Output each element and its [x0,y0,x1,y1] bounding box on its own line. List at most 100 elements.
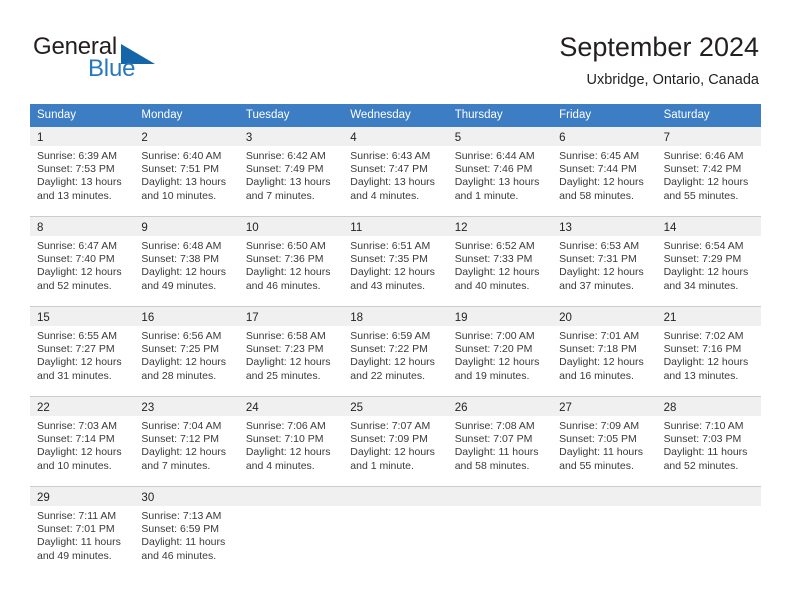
week-row: 15 Sunrise: 6:55 AM Sunset: 7:27 PM Dayligh… [30,306,761,396]
day-cell[interactable]: 8 Sunrise: 6:47 AM Sunset: 7:40 PM Daylight… [30,217,135,306]
day-cell[interactable]: 22 Sunrise: 7:03 AM Sunset: 7:14 PM Dayligh… [30,397,135,486]
daylight-text-line2: and 43 minutes. [350,279,425,292]
day-number: 9 [141,222,148,234]
sunrise-text: Sunrise: 7:08 AM [454,420,535,432]
week-row: 29 Sunrise: 7:11 AM Sunset: 7:01 PM Dayligh… [30,486,761,576]
day-cell[interactable]: 27 Sunrise: 7:09 AM Sunset: 7:05 PM Dayligh… [552,397,657,486]
day-cell[interactable]: 28 Sunrise: 7:10 AM Sunset: 7:03 PM Dayligh… [656,397,761,486]
day-details: Sunrise: 6:58 AM Sunset: 7:23 PM Daylight:… [239,326,343,383]
weekday-header-sunday: Sunday [37,109,77,121]
sunset-text: Sunset: 7:29 PM [663,253,742,266]
sunset-text: Sunset: 7:51 PM [141,163,220,176]
daylight-text-line2: and 52 minutes. [663,459,739,472]
daylight-text-line2: and 49 minutes. [141,279,217,292]
sunset-text: Sunset: 7:33 PM [454,253,533,266]
day-number: 13 [559,222,572,234]
day-cell[interactable]: 30 Sunrise: 7:13 AM Sunset: 6:59 PM Dayligh… [134,487,239,576]
general-blue-logo[interactable]: General Blue [33,33,163,85]
day-details: Sunrise: 7:03 AM Sunset: 7:14 PM Daylight:… [30,416,134,473]
daylight-text-line1: Daylight: 12 hours [350,266,435,279]
day-number-band: 16 [134,307,239,326]
day-number: 4 [350,132,357,144]
day-number: 3 [245,132,253,144]
sunset-text: Sunset: 7:12 PM [141,433,220,446]
day-number: 18 [350,312,364,324]
sunrise-text: Sunrise: 7:03 AM [37,420,117,432]
day-cell[interactable]: 1 Sunrise: 6:39 AM Sunset: 7:53 PM Daylight… [30,127,135,216]
day-cell[interactable]: 16 Sunrise: 6:56 AM Sunset: 7:25 PM Dayligh… [134,307,239,396]
daylight-text-line2: and 10 minutes. [37,459,112,472]
sunrise-text: Sunrise: 7:04 AM [141,420,222,432]
sunrise-text: Sunrise: 6:55 AM [37,330,117,342]
day-details: Sunrise: 6:54 AM Sunset: 7:29 PM Daylight:… [657,236,761,293]
day-cell[interactable]: 3 Sunrise: 6:42 AM Sunset: 7:49 PM Daylight… [238,127,344,216]
sunrise-text: Sunrise: 6:43 AM [350,150,431,162]
sunrise-text: Sunrise: 6:53 AM [559,240,640,252]
day-cell[interactable]: 14 Sunrise: 6:54 AM Sunset: 7:29 PM Dayligh… [656,217,761,306]
day-details: Sunrise: 6:55 AM Sunset: 7:27 PM Daylight:… [30,326,134,383]
sunset-text: Sunset: 7:44 PM [559,163,637,176]
day-number: 14 [663,222,677,234]
day-cell[interactable]: 23 Sunrise: 7:04 AM Sunset: 7:12 PM Dayligh… [134,397,239,486]
weekday-header-wednesday: Wednesday [350,109,411,121]
sunset-text: Sunset: 7:03 PM [663,433,742,446]
day-details: Sunrise: 6:52 AM Sunset: 7:33 PM Daylight:… [448,236,552,293]
day-cell[interactable]: 7 Sunrise: 6:46 AM Sunset: 7:42 PM Daylight… [656,127,761,216]
day-cell[interactable]: 19 Sunrise: 7:00 AM Sunset: 7:20 PM Dayligh… [447,307,553,396]
day-number-band: 6 [552,127,657,146]
daylight-text-line2: and 13 minutes. [663,369,739,382]
day-cell[interactable]: 6 Sunrise: 6:45 AM Sunset: 7:44 PM Daylight… [552,127,657,216]
day-number-band: 15 [30,307,135,326]
sunrise-text: Sunrise: 7:02 AM [663,330,744,342]
day-cell[interactable]: 4 Sunrise: 6:43 AM Sunset: 7:47 PM Daylight… [343,127,448,216]
day-cell[interactable]: 2 Sunrise: 6:40 AM Sunset: 7:51 PM Daylight… [134,127,239,216]
title-block: September 2024 Uxbridge, Ontario, Canada [339,30,759,90]
day-number-band: 5 [447,127,553,146]
day-cell[interactable]: 29 Sunrise: 7:11 AM Sunset: 7:01 PM Dayligh… [30,487,135,576]
day-cell-empty [343,487,448,576]
day-cell[interactable]: 20 Sunrise: 7:01 AM Sunset: 7:18 PM Dayligh… [552,307,657,396]
day-number-band: 24 [238,397,344,416]
day-details: Sunrise: 7:01 AM Sunset: 7:18 PM Daylight:… [552,326,656,383]
day-number-band: 7 [656,127,761,146]
sunset-text: Sunset: 7:16 PM [663,343,742,356]
day-cell[interactable]: 13 Sunrise: 6:53 AM Sunset: 7:31 PM Dayligh… [552,217,657,306]
day-cell[interactable]: 21 Sunrise: 7:02 AM Sunset: 7:16 PM Dayligh… [656,307,761,396]
day-details: Sunrise: 6:48 AM Sunset: 7:38 PM Daylight:… [134,236,238,293]
day-details: Sunrise: 6:50 AM Sunset: 7:36 PM Daylight:… [239,236,343,293]
daylight-text-line1: Daylight: 12 hours [141,356,227,369]
sunset-text: Sunset: 7:53 PM [37,163,115,176]
day-cell[interactable]: 5 Sunrise: 6:44 AM Sunset: 7:46 PM Daylight… [447,127,553,216]
daylight-text-line2: and 55 minutes. [559,459,634,472]
daylight-text-line1: Daylight: 11 hours [141,536,226,549]
day-cell[interactable]: 25 Sunrise: 7:07 AM Sunset: 7:09 PM Dayligh… [343,397,448,486]
day-cell[interactable]: 26 Sunrise: 7:08 AM Sunset: 7:07 PM Dayligh… [447,397,553,486]
day-number: 28 [663,402,677,414]
daylight-text-line1: Daylight: 12 hours [559,266,644,279]
day-details: Sunrise: 7:09 AM Sunset: 7:05 PM Daylight:… [552,416,656,473]
day-cell[interactable]: 24 Sunrise: 7:06 AM Sunset: 7:10 PM Dayligh… [238,397,344,486]
day-cell[interactable]: 15 Sunrise: 6:55 AM Sunset: 7:27 PM Dayligh… [30,307,135,396]
daylight-text-line2: and 46 minutes. [141,549,217,562]
day-cell[interactable]: 9 Sunrise: 6:48 AM Sunset: 7:38 PM Daylight… [134,217,239,306]
day-cell[interactable]: 18 Sunrise: 6:59 AM Sunset: 7:22 PM Dayligh… [343,307,448,396]
daylight-text-line2: and 7 minutes. [141,459,211,472]
sunset-text: Sunset: 7:22 PM [350,343,428,356]
daylight-text-line2: and 1 minute. [350,459,414,472]
sunrise-text: Sunrise: 6:52 AM [454,240,535,252]
day-number-band [238,487,344,506]
day-number-band: 18 [343,307,448,326]
day-number: 24 [245,402,259,414]
sunset-text: Sunset: 7:27 PM [37,343,115,356]
day-cell[interactable]: 12 Sunrise: 6:52 AM Sunset: 7:33 PM Dayligh… [447,217,553,306]
day-cell[interactable]: 11 Sunrise: 6:51 AM Sunset: 7:35 PM Dayligh… [343,217,448,306]
sunrise-text: Sunrise: 6:59 AM [350,330,431,342]
day-number-band: 14 [656,217,761,236]
weekday-header-monday: Monday [141,109,183,121]
day-cell[interactable]: 10 Sunrise: 6:50 AM Sunset: 7:36 PM Dayligh… [238,217,344,306]
daylight-text-line1: Daylight: 12 hours [245,266,331,279]
daylight-text-line2: and 58 minutes. [559,189,634,202]
day-cell[interactable]: 17 Sunrise: 6:58 AM Sunset: 7:23 PM Dayligh… [238,307,344,396]
daylight-text-line2: and 4 minutes. [350,189,420,202]
daylight-text-line1: Daylight: 12 hours [245,356,331,369]
